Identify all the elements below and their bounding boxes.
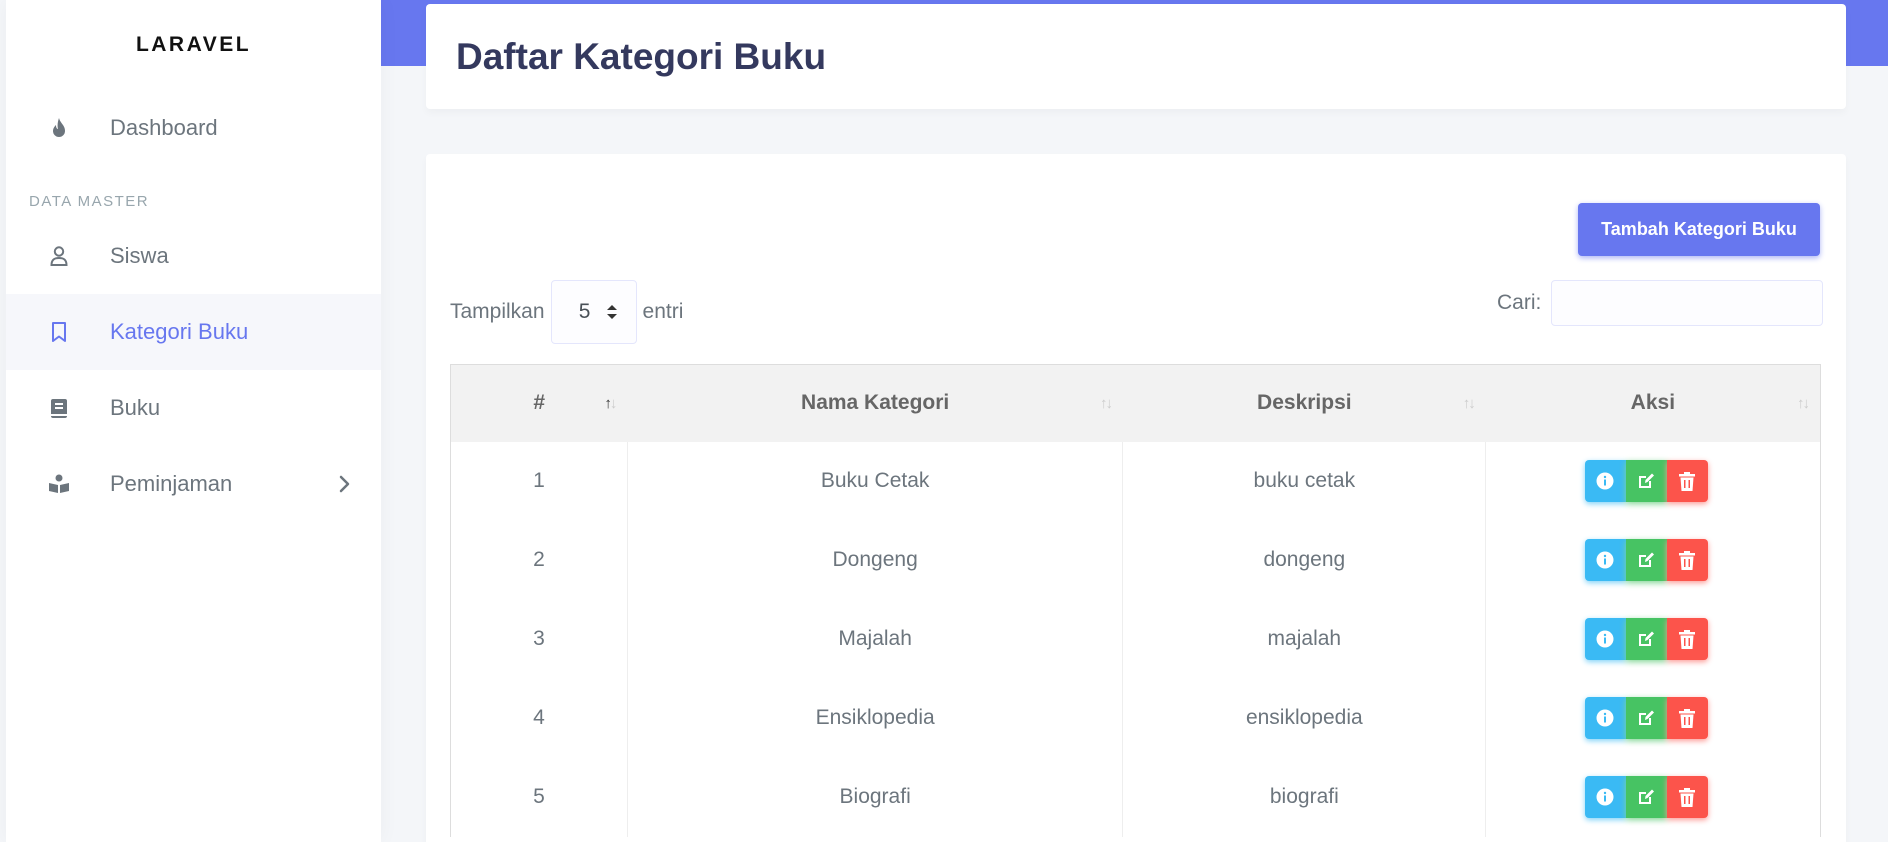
sort-icon: ↑↓ (1099, 395, 1113, 412)
sidebar-item-kategori-buku[interactable]: Kategori Buku (6, 294, 381, 370)
add-category-button[interactable]: Tambah Kategori Buku (1578, 203, 1820, 256)
sidebar-item-label: Buku (110, 395, 161, 420)
edit-button[interactable] (1625, 776, 1667, 818)
table-row: 2 Dongeng dongeng (450, 520, 1821, 600)
page-title: Daftar Kategori Buku (456, 35, 827, 77)
category-table: # ↑↓ Nama Kategori ↑↓ Deskripsi ↑↓ Aksi ↑↓ 1… (450, 364, 1821, 837)
info-icon (1596, 630, 1614, 648)
cell-desc: majalah (1122, 599, 1486, 679)
entries-label: entri (642, 300, 684, 323)
trash-icon (1679, 471, 1696, 491)
trash-icon (1679, 708, 1696, 728)
select-arrows-icon (606, 303, 618, 327)
cell-no: 2 (450, 520, 628, 600)
cell-desc: biografi (1122, 757, 1486, 837)
scrollbar-track[interactable] (1888, 0, 1895, 842)
cell-actions (1485, 678, 1821, 758)
search-label: Cari: (1497, 291, 1542, 314)
cell-desc: ensiklopedia (1122, 678, 1486, 758)
cell-no: 1 (450, 441, 628, 521)
book-icon (48, 397, 70, 419)
table-row: 5 Biografi biografi (450, 757, 1821, 837)
page-length-select[interactable]: 5 (550, 280, 637, 344)
cell-actions (1485, 599, 1821, 679)
edit-icon (1639, 789, 1655, 804)
detail-button[interactable] (1584, 697, 1626, 739)
bookmark-icon (48, 321, 70, 343)
info-icon (1596, 788, 1614, 806)
trash-icon (1679, 629, 1696, 649)
page-length-value: 5 (578, 300, 591, 323)
cell-name: Majalah (626, 599, 1123, 679)
cell-name: Biografi (626, 757, 1123, 837)
delete-button[interactable] (1666, 618, 1708, 660)
sidebar-item-siswa[interactable]: Siswa (6, 218, 381, 294)
cell-actions (1485, 441, 1821, 521)
cell-no: 5 (450, 757, 628, 837)
edit-button[interactable] (1625, 539, 1667, 581)
cell-actions (1485, 520, 1821, 600)
sidebar-item-label: Kategori Buku (110, 319, 249, 344)
cell-name: Buku Cetak (626, 441, 1123, 521)
edit-button[interactable] (1625, 618, 1667, 660)
chevron-right-icon (339, 473, 351, 499)
detail-button[interactable] (1584, 776, 1626, 818)
page-header-card: Daftar Kategori Buku (426, 4, 1846, 109)
detail-button[interactable] (1584, 618, 1626, 660)
brand-logo[interactable]: LARAVEL (6, 0, 381, 90)
content-card: Tambah Kategori Buku Tampilkan 5 entri C… (426, 154, 1846, 842)
table-row: 4 Ensiklopedia ensiklopedia (450, 678, 1821, 758)
edit-button[interactable] (1625, 697, 1667, 739)
cell-desc: buku cetak (1122, 441, 1486, 521)
user-icon (48, 245, 70, 267)
cell-name: Ensiklopedia (626, 678, 1123, 758)
search-control: Cari: (1497, 280, 1824, 326)
sort-icon: ↑↓ (1462, 395, 1476, 412)
delete-button[interactable] (1666, 539, 1708, 581)
sidebar-item-label: Dashboard (110, 115, 218, 140)
cell-no: 3 (450, 599, 628, 679)
delete-button[interactable] (1666, 776, 1708, 818)
column-header-desc[interactable]: Deskripsi ↑↓ (1122, 364, 1486, 442)
edit-icon (1639, 631, 1655, 646)
page-length-control: Tampilkan 5 entri (450, 280, 683, 344)
fire-icon (48, 117, 70, 139)
cell-no: 4 (450, 678, 628, 758)
cell-desc: dongeng (1122, 520, 1486, 600)
column-header-actions[interactable]: Aksi ↑↓ (1485, 364, 1821, 442)
column-header-no[interactable]: # ↑↓ (450, 364, 628, 442)
book-reader-icon (48, 473, 70, 495)
info-icon (1596, 709, 1614, 727)
edit-icon (1639, 473, 1655, 488)
detail-button[interactable] (1584, 460, 1626, 502)
trash-icon (1679, 550, 1696, 570)
delete-button[interactable] (1666, 460, 1708, 502)
cell-name: Dongeng (626, 520, 1123, 600)
sidebar: LARAVEL Dashboard DATA MASTER Siswa Kate… (6, 0, 381, 842)
search-input[interactable] (1551, 280, 1824, 326)
cell-actions (1485, 757, 1821, 837)
column-header-name[interactable]: Nama Kategori ↑↓ (627, 364, 1123, 442)
info-icon (1596, 551, 1614, 569)
edit-icon (1639, 552, 1655, 567)
table-header-row: # ↑↓ Nama Kategori ↑↓ Deskripsi ↑↓ Aksi ↑↓ (450, 364, 1821, 442)
edit-button[interactable] (1625, 460, 1667, 502)
sidebar-item-dashboard[interactable]: Dashboard (6, 90, 381, 166)
sidebar-item-label: Siswa (110, 243, 169, 268)
sort-icon: ↑↓ (604, 395, 617, 412)
sidebar-item-peminjaman[interactable]: Peminjaman (6, 446, 381, 522)
table-row: 1 Buku Cetak buku cetak (450, 441, 1821, 521)
table-row: 3 Majalah majalah (450, 599, 1821, 679)
show-label: Tampilkan (450, 300, 545, 323)
edit-icon (1639, 710, 1655, 725)
detail-button[interactable] (1584, 539, 1626, 581)
sort-icon: ↑↓ (1797, 395, 1810, 412)
delete-button[interactable] (1666, 697, 1708, 739)
info-icon (1596, 472, 1614, 490)
trash-icon (1679, 787, 1696, 807)
sidebar-item-buku[interactable]: Buku (6, 370, 381, 446)
sidebar-section-header: DATA MASTER (29, 193, 150, 210)
sidebar-item-label: Peminjaman (110, 471, 233, 496)
